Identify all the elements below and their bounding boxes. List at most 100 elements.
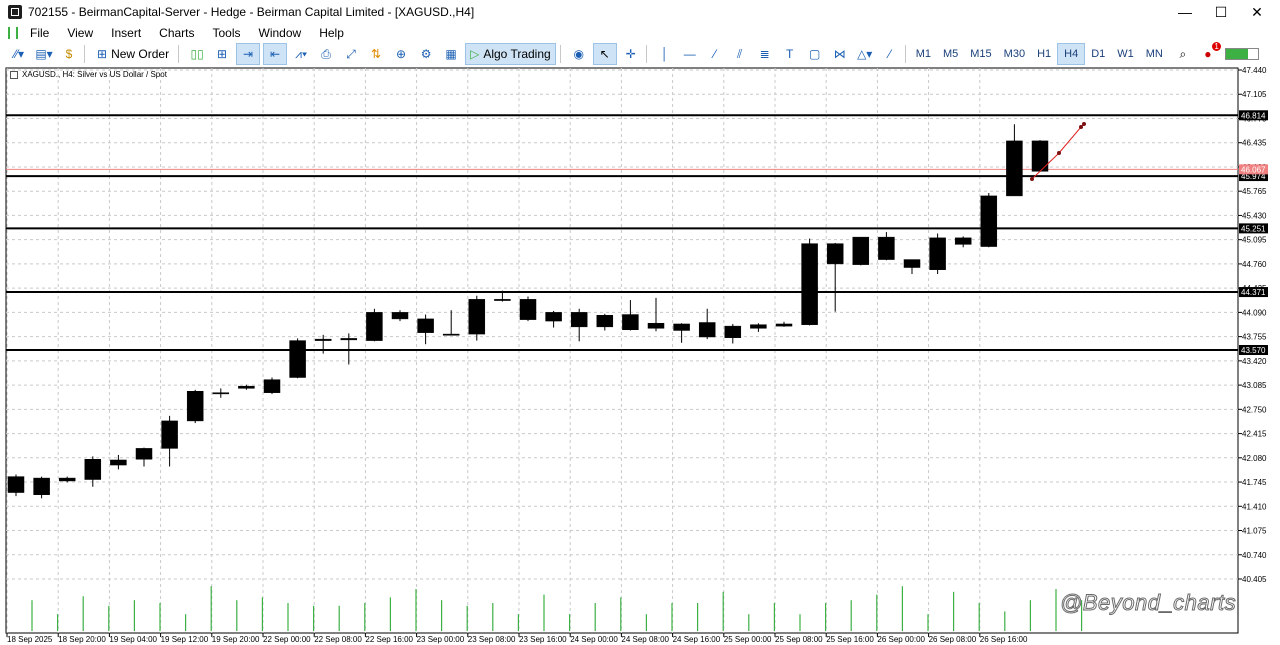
menu-charts[interactable]: Charts [159,26,194,40]
x-tick-label: 23 Sep 00:00 [417,635,465,644]
menu-view[interactable]: View [67,26,93,40]
level-price-tag: 45.251 [1241,224,1266,233]
chart-area[interactable]: 47.44047.10546.77046.43546.10045.76545.4… [0,66,1280,645]
gann-icon[interactable]: ⋈ [829,44,851,64]
dollar-icon[interactable]: $ [58,44,80,64]
timeframe-m5[interactable]: M5 [937,44,964,64]
timeframe-h4[interactable]: H4 [1057,43,1086,65]
candle-body [980,195,998,247]
autoscroll-icon[interactable]: ⇥ [236,43,261,65]
projection-point [1079,125,1083,129]
settings-gear-icon[interactable]: ⚙ [415,44,437,64]
candle-body [263,379,281,393]
timeframe-d1[interactable]: D1 [1085,44,1111,64]
candle-body [750,324,767,329]
minimize-button[interactable]: — [1166,0,1204,24]
profile-icon[interactable]: ⊕ [390,44,412,64]
candle-body [724,325,742,338]
notifications-icon[interactable]: ● 1 [1197,42,1221,64]
crosshair-icon[interactable]: ✛ [620,44,642,64]
menu-help[interactable]: Help [319,26,344,40]
window-title: 702155 - BeirmanCapital-Server - Hedge -… [28,5,475,19]
menu-file[interactable]: File [30,26,49,40]
y-tick-label: 45.095 [1242,236,1267,245]
candle-body [186,390,204,422]
menu-window[interactable]: Window [259,26,302,40]
fullscreen-icon[interactable]: ⤢ [340,44,362,64]
shapes-icon[interactable]: △▾ [854,44,876,64]
fibonacci-icon[interactable]: ≣ [754,44,776,64]
templates-icon[interactable]: ▤▾ [33,44,55,64]
x-tick-label: 18 Sep 2025 [7,635,53,644]
pitchfork-icon[interactable]: ⁄ [879,44,901,64]
new-order-button[interactable]: ⊞ New Order [92,43,174,65]
projection-point [1057,151,1061,155]
chart-symbol-label: XAGUSD., H4: Silver vs US Dollar / Spot [22,70,167,79]
timeframe-mn[interactable]: MN [1140,44,1169,64]
level-price-tag: 46.814 [1241,111,1266,120]
candle-body [647,322,665,329]
x-tick-label: 22 Sep 00:00 [263,635,311,644]
timeframe-h1[interactable]: H1 [1031,44,1057,64]
candle-body [878,236,895,260]
trendline-icon[interactable]: ⁄ [704,44,726,64]
chart-type-icon[interactable]: ⁄⁄▾ [8,44,30,64]
candle-body [7,476,25,493]
candle-body [314,338,332,341]
app-icon [8,5,22,19]
indicators-icon[interactable]: ⩘▾ [290,44,312,64]
text-icon[interactable]: T [779,44,801,64]
level-price-tag: 43.570 [1241,346,1266,355]
chart-header: XAGUSD., H4: Silver vs US Dollar / Spot [10,70,167,79]
y-tick-label: 44.760 [1242,260,1267,269]
timeframe-w1[interactable]: W1 [1111,44,1140,64]
y-tick-label: 47.105 [1242,90,1267,99]
bid-price-tag: 46.067 [1241,165,1266,174]
price-chart[interactable]: 47.44047.10546.77046.43546.10045.76545.4… [0,66,1280,645]
timeframe-m1[interactable]: M1 [910,44,937,64]
market-watch-icon[interactable] [8,27,18,39]
candle-body [391,312,409,320]
signals-icon[interactable]: ⇅ [365,44,387,64]
algo-trading-label: Algo Trading [483,47,551,61]
algo-trading-button[interactable]: ▷ Algo Trading [465,43,556,65]
rectangle-icon[interactable]: ▢ [804,44,826,64]
candle-body [84,459,102,480]
watermark: @Beyond_charts [1059,590,1237,616]
screenshot-icon[interactable]: ◉ [568,44,590,64]
vertical-line-icon[interactable]: │ [654,44,676,64]
candle-body [903,259,921,268]
menu-tools[interactable]: Tools [213,26,241,40]
candle-body [801,243,818,325]
cursor-icon[interactable]: ↖ [592,43,617,65]
close-button[interactable]: ✕ [1238,0,1276,24]
data-window-icon[interactable]: ▦ [440,44,462,64]
channel-icon[interactable]: ⫽ [729,44,751,64]
candle-body [212,392,230,395]
timeframe-m15[interactable]: M15 [964,44,997,64]
connection-status-icon[interactable] [1224,48,1259,60]
horizontal-line-icon[interactable]: — [679,44,701,64]
candle-body [698,322,716,338]
x-tick-label: 18 Sep 20:00 [58,635,106,644]
candle-body [545,312,562,322]
y-tick-label: 42.080 [1242,454,1267,463]
depth-of-market-icon[interactable]: ▯▯ [186,44,208,64]
y-tick-label: 41.745 [1242,478,1267,487]
menu-insert[interactable]: Insert [111,26,141,40]
projection-point [1082,122,1086,126]
timeframe-m30[interactable]: M30 [998,44,1031,64]
y-tick-label: 43.755 [1242,333,1267,342]
chart-shift-icon[interactable]: ⇤ [263,43,288,65]
maximize-button[interactable]: ☐ [1202,0,1240,24]
search-icon[interactable]: ⌕ [1172,44,1194,64]
menu-bar: File View Insert Charts Tools Window Hel… [0,24,1280,42]
candle-body [1031,140,1049,172]
print-icon[interactable]: ⎙ [315,44,337,64]
y-tick-label: 43.085 [1242,381,1267,390]
x-tick-label: 23 Sep 16:00 [519,635,567,644]
grid-layout-icon[interactable]: ⊞ [211,44,233,64]
x-tick-label: 26 Sep 00:00 [877,635,925,644]
candle-body [519,299,537,320]
candle-body [58,477,76,482]
